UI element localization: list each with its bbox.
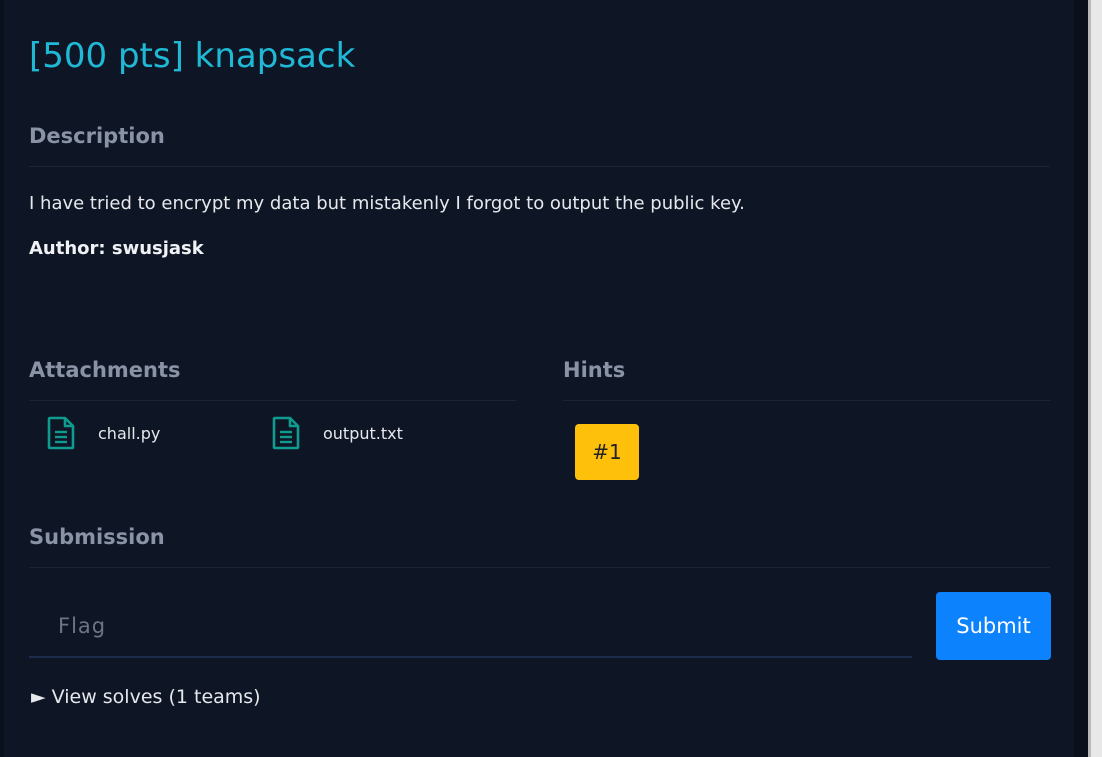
hints-divider (563, 400, 1051, 401)
attachments-divider (29, 400, 516, 401)
modal-right-edge (1074, 0, 1088, 757)
attachment-chall-py[interactable]: chall.py (46, 416, 160, 450)
submission-divider (29, 567, 1050, 568)
attachment-label[interactable]: output.txt (323, 424, 403, 443)
attachments-heading: Attachments (29, 358, 181, 382)
attachment-output-txt[interactable]: output.txt (271, 416, 403, 450)
submit-button[interactable]: Submit (936, 592, 1051, 660)
hints-heading: Hints (563, 358, 626, 382)
attachment-label[interactable]: chall.py (98, 424, 160, 443)
scrollbar-thumb[interactable] (1088, 0, 1091, 757)
view-solves-toggle[interactable]: ► View solves (1 teams) (31, 686, 261, 708)
description-text: I have tried to encrypt my data but mist… (29, 193, 745, 214)
flag-input[interactable] (29, 596, 912, 658)
file-text-icon (47, 416, 75, 450)
submission-heading: Submission (29, 525, 165, 549)
modal-left-edge (0, 0, 4, 757)
description-heading: Description (29, 124, 165, 148)
author-line: Author: swusjask (29, 238, 204, 259)
challenge-title: [500 pts] knapsack (29, 36, 356, 76)
file-text-icon (272, 416, 300, 450)
description-divider (29, 166, 1050, 167)
challenge-modal: [500 pts] knapsack Description I have tr… (0, 0, 1102, 757)
hint-1-button[interactable]: #1 (575, 424, 639, 480)
